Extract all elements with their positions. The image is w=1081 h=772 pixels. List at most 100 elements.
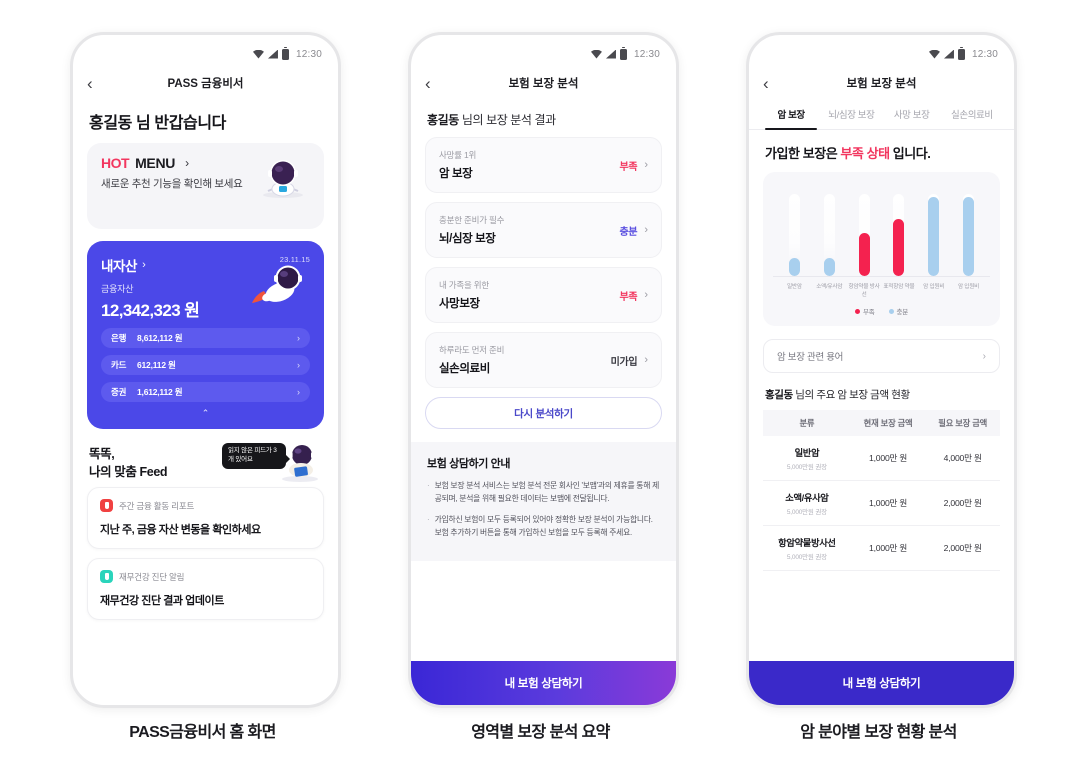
asset-row-value: 612,112 원 bbox=[137, 360, 176, 370]
back-icon[interactable]: ‹ bbox=[87, 75, 93, 92]
asset-row-name: 증권 bbox=[111, 387, 127, 397]
status-bar: 12:30 bbox=[411, 35, 676, 67]
coverage-subtitle: 충분한 준비가 필수 bbox=[439, 215, 505, 225]
cancer-terms-link[interactable]: 암 보장 관련 용어 › bbox=[763, 339, 1000, 374]
consult-cta-button[interactable]: 내 보험 상담하기 bbox=[749, 661, 1014, 705]
table-row: 소액/유사암 5,000만원 권장 1,000만 원 2,000만 원 bbox=[763, 480, 1000, 527]
chevron-right-icon: › bbox=[644, 289, 648, 301]
my-asset-card[interactable]: 내자산 › 23.11.15 금융자산 12,342,323 원 은행 8,61… bbox=[87, 241, 324, 429]
coverage-text: 하루라도 먼저 준비 실손의료비 bbox=[439, 344, 504, 376]
table-body: 일반암 5,000만원 권장 1,000만 원 4,000만 원 소액/유사암 … bbox=[763, 436, 1000, 572]
feed-title-line2: 나의 맞춤 Feed bbox=[89, 465, 168, 480]
caption-phone1: PASS금융비서 홈 화면 bbox=[129, 724, 276, 741]
chevron-right-icon: › bbox=[644, 224, 648, 236]
notice-title: 보험 상담하기 안내 bbox=[427, 458, 511, 470]
coverage-row-death[interactable]: 내 가족을 위한 사망보장 부족 › bbox=[425, 267, 662, 323]
status-badge: 미가입 bbox=[610, 356, 638, 368]
table-header-needed: 필요 보장 금액 bbox=[925, 410, 1000, 437]
user-name: 홍길동 bbox=[765, 389, 793, 402]
table-row: 항암약물방사선 5,000만원 권장 1,000만 원 2,000만 원 bbox=[763, 525, 1000, 572]
table-cell-current: 1,000만 원 bbox=[850, 525, 926, 572]
reanalyze-button[interactable]: 다시 분석하기 bbox=[425, 397, 662, 429]
cancer-detail-content: 가입한 보장은 부족 상태 입니다. 일반암 소액/유사암 항암약물 방사선 표적항암… bbox=[749, 130, 1014, 661]
coverage-name: 뇌/심장 보장 bbox=[439, 233, 496, 245]
tab-cancer[interactable]: 암 보장 bbox=[761, 99, 821, 130]
notice-text: 가입하신 보험이 모두 등록되어 있어야 정확한 보장 분석이 가능합니다. 보… bbox=[434, 514, 653, 538]
coverage-status-group: 충분 › bbox=[620, 223, 648, 238]
chevron-right-icon: › bbox=[297, 360, 300, 370]
asset-row[interactable]: 카드 612,112 원 › bbox=[101, 355, 310, 375]
bullet-icon: · bbox=[427, 481, 430, 490]
chart-bar-fill bbox=[963, 197, 975, 276]
phone-mockup-cancer-detail: 12:30 ‹ 보험 보장 분석 암 보장 뇌/심장 보장 사망 보장 실손의료… bbox=[746, 32, 1017, 708]
consult-cta-label: 내 보험 상담하기 bbox=[504, 678, 583, 690]
signal-icon bbox=[943, 49, 954, 59]
table-cell-category: 항암약물방사선 5,000만원 권장 bbox=[763, 525, 851, 572]
coverage-text: 사망률 1위 암 보장 bbox=[439, 149, 476, 181]
back-icon[interactable]: ‹ bbox=[425, 75, 431, 92]
asset-row[interactable]: 은행 8,612,112 원 › bbox=[101, 328, 310, 348]
phone-mockup-home: 12:30 ‹ PASS 금융비서 홍길동 님 반갑습니다 HOT MENU ›… bbox=[70, 32, 341, 708]
astronaut-flying-icon bbox=[248, 261, 308, 322]
menu-label: MENU bbox=[135, 155, 176, 171]
consult-cta-label: 내 보험 상담하기 bbox=[842, 678, 921, 690]
headline-post: 입니다. bbox=[889, 146, 931, 161]
feed-item[interactable]: 재무건강 진단 알림 재무건강 진단 결과 업데이트 bbox=[87, 558, 324, 620]
report-icon bbox=[100, 499, 113, 512]
coverage-subtitle: 사망률 1위 bbox=[439, 150, 477, 160]
reanalyze-label: 다시 분석하기 bbox=[514, 407, 573, 420]
table-head: 분류 현재 보장 금액 필요 보장 금액 bbox=[763, 410, 1000, 437]
chart-bar bbox=[928, 194, 940, 276]
battery-icon bbox=[281, 46, 289, 60]
row-recommendation: 5,000만원 권장 bbox=[786, 464, 827, 472]
tab-death[interactable]: 사망 보장 bbox=[882, 99, 942, 129]
back-icon[interactable]: ‹ bbox=[763, 75, 769, 92]
legend-item-insufficient: 부족 bbox=[854, 306, 875, 317]
chart-bar bbox=[858, 194, 870, 276]
chart-legend: 부족 충분 bbox=[773, 306, 990, 316]
table-cell-category: 소액/유사암 5,000만원 권장 bbox=[763, 480, 851, 527]
coverage-row-brain-heart[interactable]: 충분한 준비가 필수 뇌/심장 보장 충분 › bbox=[425, 202, 662, 258]
wifi-icon bbox=[590, 49, 602, 59]
signal-icon bbox=[267, 49, 278, 59]
coverage-name: 암 보장 bbox=[439, 168, 473, 180]
coverage-amount-table: 분류 현재 보장 금액 필요 보장 금액 일반암 5,000만원 권장 1,00… bbox=[763, 410, 1000, 572]
coverage-text: 내 가족을 위한 사망보장 bbox=[439, 279, 489, 311]
consult-cta-button[interactable]: 내 보험 상담하기 bbox=[411, 661, 676, 705]
legend-label: 부족 bbox=[862, 309, 875, 317]
asset-title: 내자산 bbox=[101, 259, 138, 274]
status-badge: 충분 bbox=[619, 226, 638, 238]
tab-brain-heart[interactable]: 뇌/심장 보장 bbox=[821, 99, 881, 129]
asset-row-value: 1,612,112 원 bbox=[137, 387, 183, 397]
health-icon bbox=[100, 570, 113, 583]
coverage-row-cancer[interactable]: 사망률 1위 암 보장 부족 › bbox=[425, 137, 662, 193]
table-row: 일반암 5,000만원 권장 1,000만 원 4,000만 원 bbox=[763, 436, 1000, 482]
notice-item: · 보험 보장 분석 서비스는 보험 분석 전문 회사인 '보맵'과의 제휴를 … bbox=[427, 479, 660, 506]
chevron-right-icon: › bbox=[297, 333, 300, 343]
signal-icon bbox=[605, 49, 616, 59]
battery-icon bbox=[619, 46, 627, 60]
coverage-row-actual-medical[interactable]: 하루라도 먼저 준비 실손의료비 미가입 › bbox=[425, 332, 662, 388]
chart-x-axis-labels: 일반암 소액/유사암 항암약물 방사선 표적항암 약물 암 입원비 암 입원비 bbox=[773, 277, 990, 299]
notice-section: 보험 상담하기 안내 · 보험 보장 분석 서비스는 보험 분석 전문 회사인 … bbox=[411, 442, 676, 561]
feed-item-meta: 주간 금융 활동 리포트 bbox=[100, 499, 311, 512]
hot-menu-card[interactable]: HOT MENU › 새로운 추천 기능을 확인해 보세요 bbox=[87, 143, 324, 229]
nav-bar: ‹ 보험 보장 분석 bbox=[749, 67, 1014, 99]
collapse-chevron-up-icon[interactable]: ⌃ bbox=[101, 408, 310, 419]
clock-label: 12:30 bbox=[295, 48, 322, 60]
chart-bar bbox=[823, 194, 835, 276]
page-title: 보험 보장 분석 bbox=[846, 78, 917, 90]
feed-item[interactable]: 주간 금융 활동 리포트 지난 주, 금융 자산 변동을 확인하세요 bbox=[87, 487, 324, 549]
asset-row[interactable]: 증권 1,612,112 원 › bbox=[101, 382, 310, 402]
coverage-status-group: 미가입 › bbox=[611, 353, 648, 368]
coverage-name: 실손의료비 bbox=[439, 363, 490, 375]
hot-label: HOT bbox=[101, 155, 130, 171]
notice-text: 보험 보장 분석 서비스는 보험 분석 전문 회사인 '보맵'과의 제휴를 통해… bbox=[434, 481, 660, 504]
chart-bar-fill bbox=[823, 257, 835, 276]
table-cell-needed: 4,000만 원 bbox=[925, 436, 1000, 482]
headline-accent: 부족 상태 bbox=[840, 146, 890, 161]
table-heading-rest: 님의 주요 암 보장 금액 현황 bbox=[792, 389, 910, 402]
tab-actual-medical[interactable]: 실손의료비 bbox=[942, 99, 1002, 129]
chart-bar-fill bbox=[928, 197, 940, 276]
status-bar: 12:30 bbox=[749, 35, 1014, 67]
